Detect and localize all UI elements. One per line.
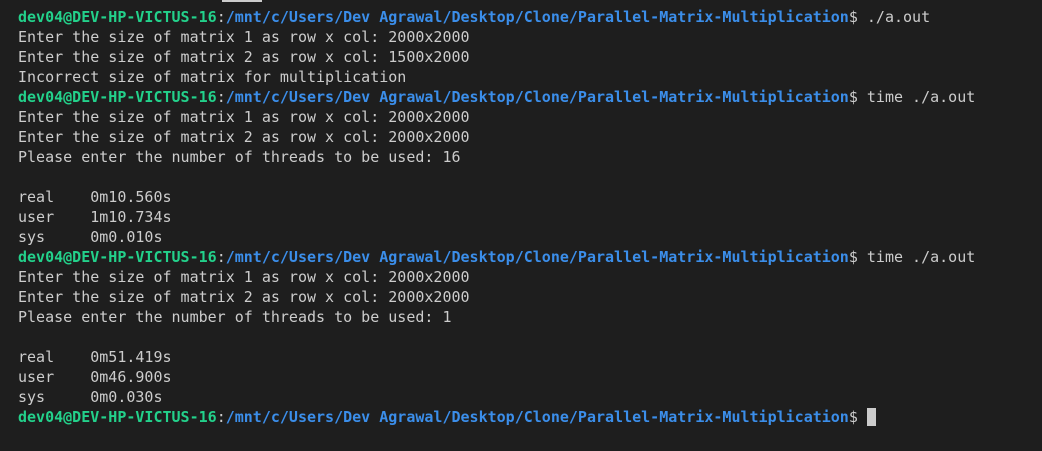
prompt-command: time ./a.out [857, 248, 976, 266]
prompt-user-host: dev04@DEV-HP-VICTUS-16 [18, 88, 217, 106]
prompt-symbol: $ [848, 248, 858, 266]
text-cursor[interactable] [866, 408, 876, 426]
terminal-output-line: user 1m10.734s [18, 208, 172, 226]
prompt-command: time ./a.out [857, 88, 976, 106]
prompt-command: ./a.out [857, 8, 931, 26]
prompt-user-host: dev04@DEV-HP-VICTUS-16 [18, 248, 217, 266]
active-tab-indicator [222, 0, 262, 2]
terminal-output-line: Please enter the number of threads to be… [18, 308, 452, 326]
terminal-output-line: Please enter the number of threads to be… [18, 148, 461, 166]
terminal-line-prompt: dev04@DEV-HP-VICTUS-16:/mnt/c/Users/Dev … [18, 87, 1042, 107]
prompt-path: /mnt/c/Users/Dev Agrawal/Desktop/Clone/P… [225, 8, 849, 26]
terminal-output-line: Enter the size of matrix 2 as row x col:… [18, 48, 470, 66]
prompt-colon: : [216, 408, 226, 426]
prompt-path: /mnt/c/Users/Dev Agrawal/Desktop/Clone/P… [225, 88, 849, 106]
terminal-output-line: Enter the size of matrix 1 as row x col:… [18, 268, 470, 286]
prompt-symbol: $ [848, 408, 858, 426]
terminal-output-line: Enter the size of matrix 1 as row x col:… [18, 28, 470, 46]
prompt-user-host: dev04@DEV-HP-VICTUS-16 [18, 8, 217, 26]
terminal-output-line: Incorrect size of matrix for multiplicat… [18, 68, 407, 86]
terminal-line-prompt-active[interactable]: dev04@DEV-HP-VICTUS-16:/mnt/c/Users/Dev … [18, 407, 1042, 427]
terminal-output-line: sys 0m0.010s [18, 228, 163, 246]
prompt-path: /mnt/c/Users/Dev Agrawal/Desktop/Clone/P… [225, 248, 849, 266]
prompt-colon: : [216, 248, 226, 266]
prompt-symbol: $ [848, 8, 858, 26]
terminal-window[interactable]: dev04@DEV-HP-VICTUS-16:/mnt/c/Users/Dev … [0, 0, 1042, 451]
terminal-output-line: Enter the size of matrix 2 as row x col:… [18, 288, 470, 306]
prompt-path: /mnt/c/Users/Dev Agrawal/Desktop/Clone/P… [225, 408, 849, 426]
terminal-output-line: user 0m46.900s [18, 368, 172, 386]
terminal-output-line: Enter the size of matrix 2 as row x col:… [18, 128, 470, 146]
terminal-output-line: sys 0m0.030s [18, 388, 163, 406]
prompt-colon: : [216, 8, 226, 26]
terminal-line-prompt: dev04@DEV-HP-VICTUS-16:/mnt/c/Users/Dev … [18, 7, 1042, 27]
terminal-output-line: Enter the size of matrix 1 as row x col:… [18, 108, 470, 126]
terminal-output-line: real 0m51.419s [18, 348, 172, 366]
prompt-user-host: dev04@DEV-HP-VICTUS-16 [18, 408, 217, 426]
terminal-line-prompt: dev04@DEV-HP-VICTUS-16:/mnt/c/Users/Dev … [18, 247, 1042, 267]
prompt-colon: : [216, 88, 226, 106]
prompt-symbol: $ [848, 88, 858, 106]
terminal-output-line: real 0m10.560s [18, 188, 172, 206]
